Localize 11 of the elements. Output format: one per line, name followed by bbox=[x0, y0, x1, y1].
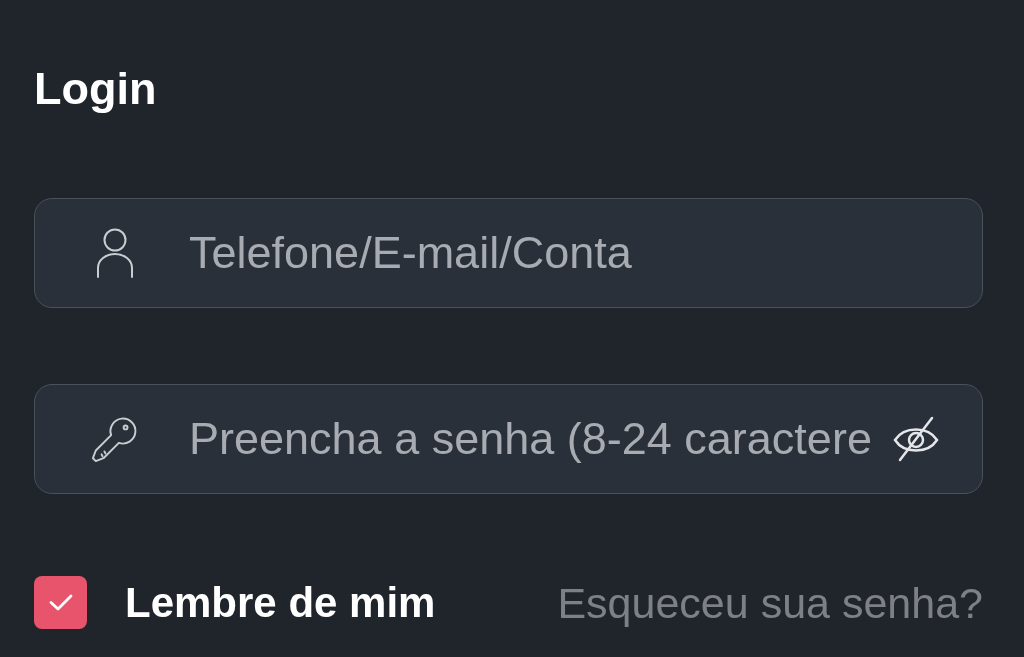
eye-off-icon[interactable] bbox=[892, 415, 940, 463]
checkmark-icon bbox=[48, 594, 73, 611]
account-input[interactable]: Telefone/E-mail/Conta bbox=[189, 219, 940, 287]
remember-label: Lembre de mim bbox=[125, 577, 436, 628]
checkbox[interactable] bbox=[34, 576, 87, 629]
password-input[interactable]: Preencha a senha (8-24 caractere bbox=[189, 405, 882, 473]
password-field[interactable]: Preencha a senha (8-24 caractere bbox=[34, 384, 983, 494]
page-title: Login bbox=[34, 62, 157, 116]
person-icon bbox=[96, 228, 134, 278]
account-field[interactable]: Telefone/E-mail/Conta bbox=[34, 198, 983, 308]
forgot-password-link[interactable]: Esqueceu sua senha? bbox=[557, 576, 983, 629]
